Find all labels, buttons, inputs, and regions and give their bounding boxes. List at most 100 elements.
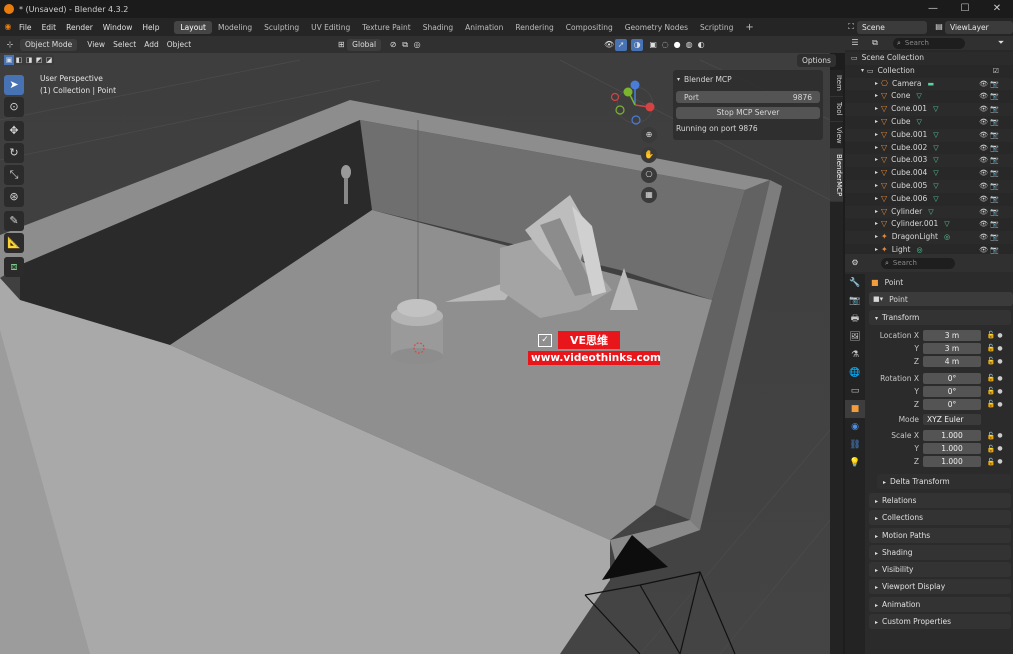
view-layer-tab-icon[interactable]: 🖼 (845, 328, 865, 346)
expand-icon[interactable]: ▸ (875, 180, 878, 193)
gizmo-toggle-icon[interactable]: ➚ (615, 38, 628, 51)
tab-shading[interactable]: Shading (417, 21, 459, 34)
pan-hand-icon[interactable]: ✋ (641, 147, 657, 163)
panel-shading[interactable]: ▸ Shading (869, 544, 1011, 560)
scene-icon[interactable]: ⛶ (845, 21, 857, 33)
output-tab-icon[interactable]: 🖶 (845, 310, 865, 328)
menu-object[interactable]: Object (163, 40, 195, 49)
panel-visibility[interactable]: ▸ Visibility (869, 562, 1011, 578)
snap-icon[interactable]: ⧉ (399, 39, 411, 51)
add-cube-tool-icon[interactable]: ⧈ (4, 257, 24, 277)
select-box-new-icon[interactable]: ▣ (4, 55, 14, 65)
data-tab-icon[interactable]: 💡 (845, 454, 865, 472)
outliner-row-cube-002[interactable]: ▸ ▽ Cube.002 ▽ 👁 📷 (845, 142, 1013, 155)
outliner-row-cube[interactable]: ▸ ▽ Cube ▽ 👁 📷 (845, 116, 1013, 129)
expand-icon[interactable]: ▸ (875, 116, 878, 129)
visibility-eye-icon[interactable]: 👁 📷 (979, 206, 999, 219)
properties-editor-icon[interactable]: ⚙ (849, 257, 861, 269)
stop-mcp-server-button[interactable]: Stop MCP Server (676, 107, 820, 119)
scale-x-field[interactable]: 1.000 (923, 430, 981, 442)
outliner-row-camera[interactable]: ▸ ⎔ Camera ▬ 👁 📷 (845, 77, 1013, 91)
measure-tool-icon[interactable]: 📐 (4, 233, 24, 253)
tab-geometry-nodes[interactable]: Geometry Nodes (619, 21, 694, 34)
outliner-row-cylinder[interactable]: ▸ ▽ Cylinder ▽ 👁 📷 (845, 205, 1013, 219)
select-tool-icon[interactable]: ➤ (4, 75, 24, 95)
visibility-eye-icon[interactable]: 👁 📷 (979, 193, 999, 206)
tab-modeling[interactable]: Modeling (212, 21, 258, 34)
xray-icon[interactable]: ▣ (647, 39, 659, 51)
lock-icon[interactable]: 🔓 (985, 357, 997, 365)
tab-scripting[interactable]: Scripting (694, 21, 739, 34)
shading-rendered-icon[interactable]: ◐ (695, 39, 707, 51)
scale-z-field[interactable]: 1.000 (923, 456, 981, 468)
outliner-editor-icon[interactable]: ☰ (849, 37, 861, 49)
gizmo-z-axis[interactable] (630, 80, 640, 90)
panel-custom-properties[interactable]: ▸ Custom Properties (869, 614, 1011, 630)
overlay-toggle-icon[interactable]: ◑ (631, 38, 644, 51)
tab-tool[interactable]: Tool (830, 97, 843, 122)
lock-icon[interactable]: 🔓 (985, 344, 997, 352)
render-tab-icon[interactable]: 📷 (845, 292, 865, 310)
proportional-edit-icon[interactable]: ◎ (411, 39, 423, 51)
tab-compositing[interactable]: Compositing (560, 21, 619, 34)
lock-icon[interactable]: 🔓 (985, 432, 997, 440)
mode-selector[interactable]: Object Mode (20, 38, 78, 51)
expand-icon[interactable]: ▸ (875, 167, 878, 180)
navigation-gizmo[interactable] (605, 77, 663, 133)
visibility-eye-icon[interactable]: 👁 📷 (979, 90, 999, 103)
gizmo-x-axis[interactable] (645, 102, 655, 112)
tool-tab-icon[interactable]: 🔧 (845, 274, 865, 292)
outliner-row-cube-003[interactable]: ▸ ▽ Cube.003 ▽ 👁 📷 (845, 154, 1013, 168)
visibility-eye-icon[interactable]: 👁 📷 (979, 142, 999, 155)
collection-row[interactable]: ▾ ▭ Collection ☑ (845, 65, 1013, 78)
tab-view[interactable]: View (830, 122, 843, 150)
rotation-z-field[interactable]: 0° (923, 398, 981, 410)
panel-viewport-display[interactable]: ▸ Viewport Display (869, 579, 1011, 595)
keyframe-dot[interactable]: ● (997, 445, 1003, 452)
rotate-tool-icon[interactable]: ↻ (4, 143, 24, 163)
properties-search-input[interactable]: Search (893, 259, 917, 267)
tab-sculpting[interactable]: Sculpting (258, 21, 305, 34)
orientation-icon[interactable]: ⊞ (335, 39, 347, 51)
keyframe-dot[interactable]: ● (997, 401, 1003, 408)
panel-motion-paths[interactable]: ▸ Motion Paths (869, 527, 1011, 543)
visibility-eye-icon[interactable]: 👁 📷 (979, 103, 999, 116)
location-x-field[interactable]: 3 m (923, 329, 981, 341)
collection-tab-icon[interactable]: ▭ (845, 382, 865, 400)
visibility-eye-icon[interactable]: 👁 📷 (979, 218, 999, 231)
ortho-grid-icon[interactable]: ▦ (641, 187, 657, 203)
select-subtract-icon[interactable]: ◨ (24, 55, 34, 65)
rotation-y-field[interactable]: 0° (923, 385, 981, 397)
expand-icon[interactable]: ▸ (875, 231, 878, 244)
port-field[interactable]: Port 9876 (676, 91, 820, 103)
scale-y-field[interactable]: 1.000 (923, 443, 981, 455)
rotation-mode-dropdown[interactable]: XYZ Euler (923, 414, 981, 426)
select-invert-icon[interactable]: ◩ (34, 55, 44, 65)
delta-transform-subpanel[interactable]: ▸ Delta Transform (877, 474, 1011, 489)
shading-material-icon[interactable]: ◍ (683, 39, 695, 51)
expand-icon[interactable]: ▸ (875, 78, 878, 91)
annotate-tool-icon[interactable]: ✎ (4, 211, 24, 231)
options-button[interactable]: Options (797, 54, 836, 67)
lock-icon[interactable]: 🔓 (985, 331, 997, 339)
menu-view[interactable]: View (83, 40, 109, 49)
tab-blendermcp[interactable]: BlenderMCP (830, 149, 843, 203)
lock-icon[interactable]: 🔓 (985, 387, 997, 395)
panel-animation[interactable]: ▸ Animation (869, 596, 1011, 612)
outliner-row-cube-004[interactable]: ▸ ▽ Cube.004 ▽ 👁 📷 (845, 167, 1013, 180)
lock-icon[interactable]: 🔓 (985, 374, 997, 382)
viewlayer-selector[interactable]: ViewLayer (945, 20, 1013, 34)
location-y-field[interactable]: 3 m (923, 342, 981, 354)
camera-view-icon[interactable]: ⎔ (641, 167, 657, 183)
visibility-icon[interactable]: 👁 (603, 39, 615, 51)
visibility-eye-icon[interactable]: 👁 📷 (979, 78, 999, 91)
close-button[interactable]: ✕ (981, 0, 1013, 18)
keyframe-dot[interactable]: ● (997, 358, 1003, 365)
display-mode-icon[interactable]: ⧉ (869, 37, 881, 49)
panel-relations[interactable]: ▸ Relations (869, 493, 1011, 508)
lock-icon[interactable]: 🔓 (985, 458, 997, 466)
keyframe-dot[interactable]: ● (997, 332, 1003, 339)
visibility-eye-icon[interactable]: 👁 📷 (979, 167, 999, 180)
expand-icon[interactable]: ▸ (875, 218, 878, 231)
lock-icon[interactable]: 🔓 (985, 445, 997, 453)
